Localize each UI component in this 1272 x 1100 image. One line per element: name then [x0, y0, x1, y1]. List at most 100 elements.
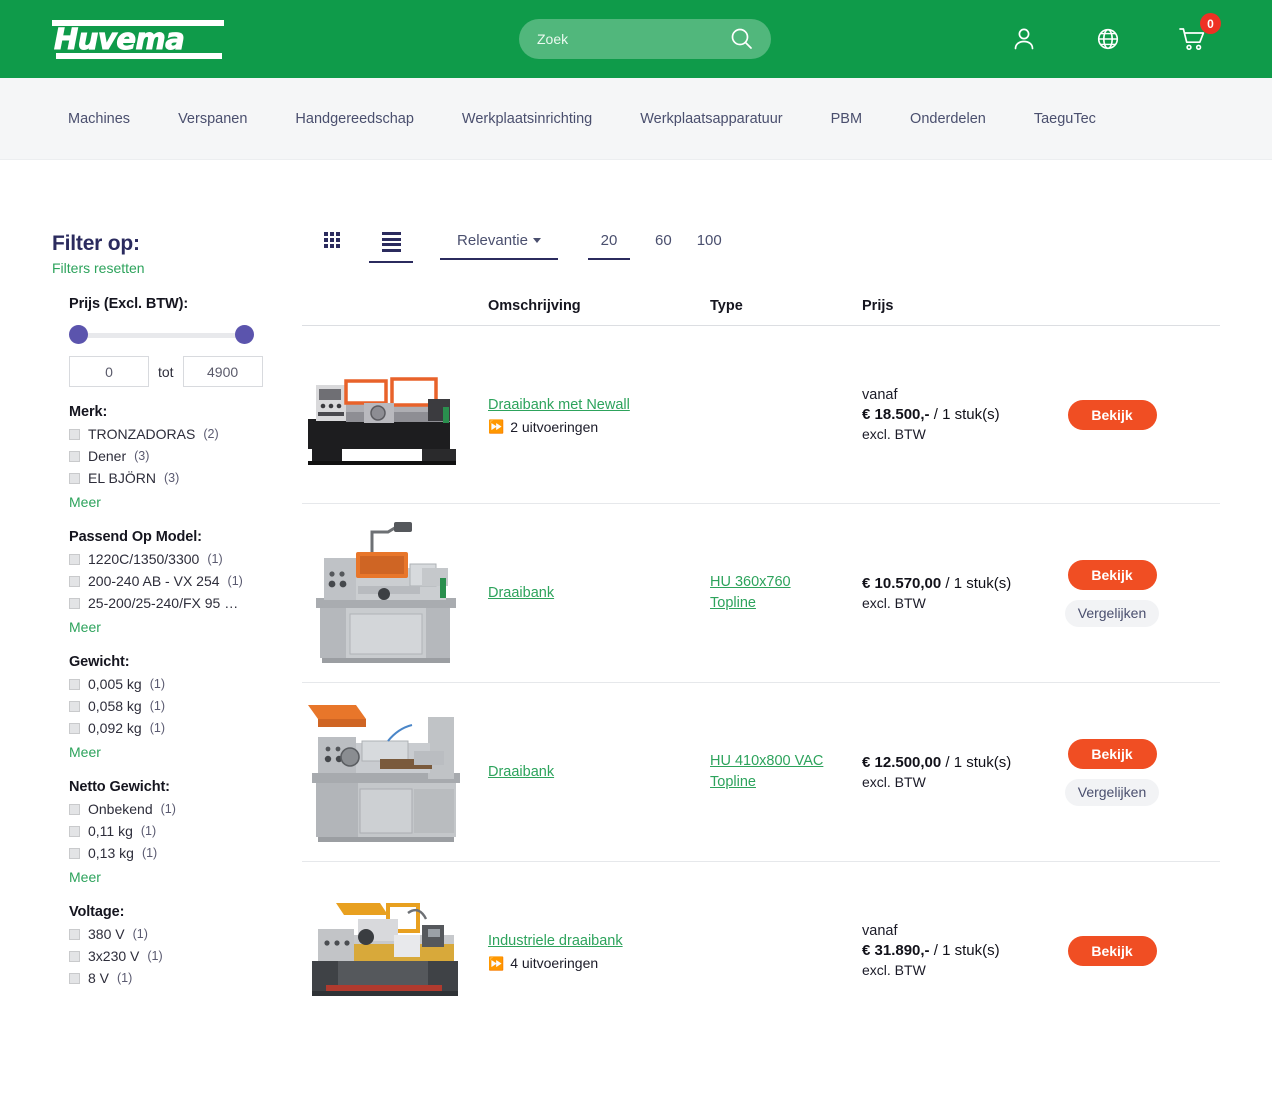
price-range-slider[interactable]	[69, 324, 254, 346]
per-page-60[interactable]: 60	[655, 232, 672, 265]
view-product-button[interactable]: Bekijk	[1067, 936, 1157, 966]
product-image-cell[interactable]	[302, 899, 488, 1003]
slider-handle-max[interactable]	[235, 325, 254, 344]
product-title-link[interactable]: Industriele draaibank	[488, 931, 623, 951]
filter-checkbox-row[interactable]: TRONZADORAS (2)	[69, 426, 282, 442]
filter-checkbox-row[interactable]: Dener (3)	[69, 448, 282, 464]
product-description-cell: Draaibank	[488, 583, 710, 603]
product-image-cell[interactable]	[302, 697, 488, 847]
checkbox-icon[interactable]	[69, 700, 80, 712]
slider-handle-min[interactable]	[69, 325, 88, 344]
header-type: Type	[710, 298, 743, 314]
filter-option-count: (1)	[160, 802, 176, 816]
per-page-20[interactable]: 20	[588, 232, 630, 260]
filter-option-count: (1)	[149, 699, 165, 713]
filter-checkbox-row[interactable]: 8 V (1)	[69, 970, 282, 986]
chevron-down-icon	[532, 238, 541, 243]
checkbox-icon[interactable]	[69, 597, 80, 609]
checkbox-icon[interactable]	[69, 847, 80, 859]
view-product-button[interactable]: Bekijk	[1067, 559, 1157, 590]
table-row: Draaibank HU 410x800 VAC Topline € 12.50…	[302, 683, 1220, 862]
product-image-cell[interactable]	[302, 518, 488, 668]
checkbox-icon[interactable]	[69, 575, 80, 587]
filter-option-label: 0,092 kg	[88, 720, 142, 736]
grid-view-button[interactable]	[324, 232, 340, 264]
action-group: Bekijk Vergelijken	[1050, 559, 1174, 627]
filter-checkbox-row[interactable]: 200-240 AB - VX 254 (1)	[69, 573, 282, 589]
price-line: € 18.500,- / 1 stuk(s)	[862, 405, 1050, 425]
checkbox-icon[interactable]	[69, 450, 80, 462]
price-line: € 31.890,- / 1 stuk(s)	[862, 941, 1050, 961]
filter-checkbox-row[interactable]: 0,005 kg (1)	[69, 676, 282, 692]
checkbox-icon[interactable]	[69, 428, 80, 440]
per-page-100[interactable]: 100	[697, 232, 722, 265]
checkbox-icon[interactable]	[69, 722, 80, 734]
product-type-link[interactable]: HU 410x800 VAC Topline	[710, 751, 840, 793]
product-image[interactable]	[302, 899, 470, 1003]
filter-checkbox-row[interactable]: 0,13 kg (1)	[69, 845, 282, 861]
account-icon[interactable]	[1010, 25, 1038, 53]
sort-dropdown[interactable]: Relevantie	[440, 232, 558, 260]
checkbox-icon[interactable]	[69, 472, 80, 484]
filter-checkbox-row[interactable]: 0,092 kg (1)	[69, 720, 282, 736]
filter-checkbox-row[interactable]: 380 V (1)	[69, 926, 282, 942]
filter-checkbox-row[interactable]: 25-200/25-240/FX 95 …	[69, 595, 282, 611]
view-product-button[interactable]: Bekijk	[1067, 399, 1157, 430]
show-more-link[interactable]: Meer	[69, 744, 101, 760]
filter-checkbox-row[interactable]: 3x230 V (1)	[69, 948, 282, 964]
show-more-link[interactable]: Meer	[69, 494, 101, 510]
filter-sidebar: Filter op: Filters resetten Prijs (Excl.…	[52, 232, 302, 1040]
product-image[interactable]	[302, 363, 470, 467]
nav-item-handgereedschap[interactable]: Handgereedschap	[271, 111, 438, 127]
checkbox-icon[interactable]	[69, 803, 80, 815]
checkbox-icon[interactable]	[69, 972, 80, 984]
filter-group-netto-gewicht: Netto Gewicht: Onbekend (1) 0,11 kg (1) …	[52, 779, 282, 887]
compare-button[interactable]: Vergelijken	[1064, 778, 1160, 806]
nav-item-onderdelen[interactable]: Onderdelen	[886, 111, 1010, 127]
search-bar[interactable]	[519, 19, 771, 59]
filter-checkbox-row[interactable]: 0,058 kg (1)	[69, 698, 282, 714]
product-description-cell: Industriele draaibank ⏩ 4 uitvoeringen	[488, 931, 710, 971]
compare-button[interactable]: Vergelijken	[1064, 599, 1160, 627]
product-type-link[interactable]: HU 360x760 Topline	[710, 572, 818, 614]
product-title-link[interactable]: Draaibank	[488, 583, 554, 603]
nav-item-machines[interactable]: Machines	[52, 111, 154, 127]
search-input[interactable]	[535, 30, 729, 48]
price-max-input[interactable]	[182, 356, 263, 387]
checkbox-icon[interactable]	[69, 928, 80, 940]
filter-checkbox-row[interactable]: 0,11 kg (1)	[69, 823, 282, 839]
huvema-logo[interactable]: Huvema	[52, 17, 224, 61]
filter-group-gewicht: Gewicht: 0,005 kg (1) 0,058 kg (1) 0,092…	[52, 654, 282, 762]
filter-checkbox-row[interactable]: 1220C/1350/3300 (1)	[69, 551, 282, 567]
nav-item-werkplaatsinrichting[interactable]: Werkplaatsinrichting	[438, 111, 616, 127]
nav-item-taegutec[interactable]: TaeguTec	[1010, 111, 1120, 127]
nav-item-verspanen[interactable]: Verspanen	[154, 111, 271, 127]
checkbox-icon[interactable]	[69, 678, 80, 690]
checkbox-icon[interactable]	[69, 950, 80, 962]
show-more-link[interactable]: Meer	[69, 869, 101, 885]
show-more-link[interactable]: Meer	[69, 619, 101, 635]
product-image[interactable]	[302, 697, 470, 847]
checkbox-icon[interactable]	[69, 553, 80, 565]
filter-checkbox-row[interactable]: EL BJÖRN (3)	[69, 470, 282, 486]
cart-icon[interactable]: 0	[1178, 13, 1221, 53]
globe-icon[interactable]	[1094, 25, 1122, 53]
filter-option-label: 3x230 V	[88, 948, 140, 964]
nav-item-pbm[interactable]: PBM	[807, 111, 886, 127]
search-icon[interactable]	[729, 26, 755, 52]
nav-item-werkplaatsapparatuur[interactable]: Werkplaatsapparatuur	[616, 111, 806, 127]
filter-option-count: (1)	[147, 949, 163, 963]
checkbox-icon[interactable]	[69, 825, 80, 837]
product-title-link[interactable]: Draaibank	[488, 762, 554, 782]
product-title-link[interactable]: Draaibank met Newall	[488, 395, 630, 415]
list-view-button[interactable]	[369, 232, 413, 263]
product-image-cell[interactable]	[302, 363, 488, 467]
filter-option-count: (3)	[163, 471, 180, 485]
product-image[interactable]	[302, 518, 470, 668]
reset-filters-link[interactable]: Filters resetten	[52, 260, 282, 276]
filter-option-count: (3)	[134, 449, 150, 463]
filter-checkbox-row[interactable]: Onbekend (1)	[69, 801, 282, 817]
price-unit: / 1 stuk(s)	[945, 753, 1012, 771]
price-min-input[interactable]	[69, 356, 149, 387]
view-product-button[interactable]: Bekijk	[1067, 738, 1157, 769]
